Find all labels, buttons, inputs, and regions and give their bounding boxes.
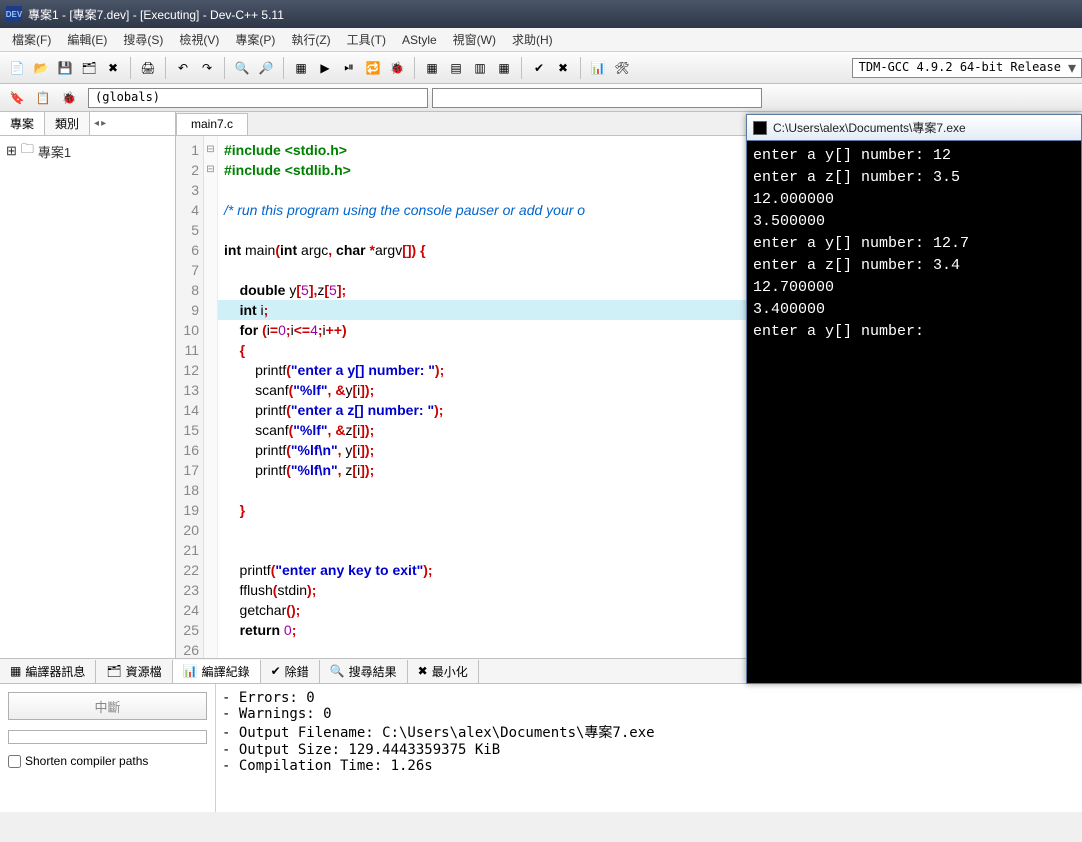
find-button[interactable]: 🔍 [231, 57, 253, 79]
tab-icon: ▦ [10, 664, 21, 678]
console-titlebar[interactable]: C:\Users\alex\Documents\專案7.exe [747, 115, 1081, 141]
console-output[interactable]: enter a y[] number: 12 enter a z[] numbe… [747, 141, 1081, 347]
toolbar-separator [283, 57, 284, 79]
menu-bar: 檔案(F)編輯(E)搜尋(S)檢視(V)專案(P)執行(Z)工具(T)AStyl… [0, 28, 1082, 52]
compiler-dropdown[interactable]: TDM-GCC 4.9.2 64-bit Release [852, 58, 1082, 78]
grid1-button[interactable]: ▦ [421, 57, 443, 79]
shorten-paths-checkbox[interactable]: Shorten compiler paths [8, 754, 207, 768]
undo-button[interactable]: ↶ [172, 57, 194, 79]
menu-item[interactable]: 求助(H) [504, 29, 561, 50]
console-icon [753, 121, 767, 135]
toolbar-separator [130, 57, 131, 79]
menu-item[interactable]: 專案(P) [227, 29, 283, 50]
tab-next-icon[interactable]: ▸ [101, 118, 106, 129]
tab-label: 編譯器訊息 [25, 663, 85, 680]
tab-icon: ✔ [271, 664, 281, 678]
redo-button[interactable]: ↷ [196, 57, 218, 79]
tree-root[interactable]: ⊞ 🗀 專案1 [6, 140, 169, 162]
bottom-left-controls: 中斷 Shorten compiler paths [0, 684, 216, 812]
line-number-gutter: 1234567891011121314151617181920212223242… [176, 136, 204, 658]
window-title: 專案1 - [專案7.dev] - [Executing] - Dev-C++ … [28, 6, 284, 23]
function-dropdown[interactable] [432, 88, 762, 108]
bottom-tab[interactable]: ✖ 最小化 [408, 660, 479, 683]
toolbar-separator [521, 57, 522, 79]
stop-button[interactable]: 中斷 [8, 692, 207, 720]
rebuild-button[interactable]: 🔁 [362, 57, 384, 79]
tab-icon: 📊 [183, 664, 198, 678]
tab-icon: 🗂 [106, 664, 121, 678]
menu-item[interactable]: 檢視(V) [171, 29, 227, 50]
bookmark-button[interactable]: 🔖 [6, 87, 28, 109]
project-tree[interactable]: ⊞ 🗀 專案1 [0, 136, 175, 658]
tab-icon: ✖ [418, 664, 428, 678]
main-toolbar: 📄 📂 💾 🗂 ✖ 🖨 ↶ ↷ 🔍 🔎 ▦ ▶ ⏯ 🔁 🐞 ▦ ▤ ▥ ▦ ✔ … [0, 52, 1082, 84]
tools-button[interactable]: 🛠 [611, 57, 633, 79]
cancel-x-button[interactable]: ✖ [552, 57, 574, 79]
tree-expand-icon[interactable]: ⊞ [6, 143, 17, 159]
profile-button[interactable]: 📊 [587, 57, 609, 79]
scope-dropdown[interactable]: (globals) [88, 88, 428, 108]
toolbar-separator [165, 57, 166, 79]
debug-button[interactable]: 🐞 [386, 57, 408, 79]
check-button[interactable]: ✔ [528, 57, 550, 79]
menu-item[interactable]: 視窗(W) [445, 29, 504, 50]
tab-icon: 🔍 [330, 664, 345, 678]
grid3-button[interactable]: ▥ [469, 57, 491, 79]
tab-label: 編譯紀錄 [202, 663, 250, 680]
project-panel: 專案 類別 ◂ ▸ ⊞ 🗀 專案1 [0, 112, 176, 658]
tab-nav: ◂ ▸ [90, 112, 110, 135]
tab-project[interactable]: 專案 [0, 112, 45, 135]
fold-column[interactable]: ⊟⊟ [204, 136, 218, 658]
window-titlebar: DEV 專案1 - [專案7.dev] - [Executing] - Dev-… [0, 0, 1082, 28]
tab-label: 除錯 [285, 663, 309, 680]
toolbar-separator [580, 57, 581, 79]
grid4-button[interactable]: ▦ [493, 57, 515, 79]
grid2-button[interactable]: ▤ [445, 57, 467, 79]
tab-label: 搜尋結果 [349, 663, 397, 680]
compile-output[interactable]: - Errors: 0 - Warnings: 0 - Output Filen… [216, 684, 1082, 812]
menu-item[interactable]: 編輯(E) [59, 29, 115, 50]
bottom-tab[interactable]: 🗂 資源檔 [96, 660, 172, 683]
print-button[interactable]: 🖨 [137, 57, 159, 79]
tab-label: 資源檔 [126, 663, 162, 680]
goto-button[interactable]: 📋 [32, 87, 54, 109]
menu-item[interactable]: 檔案(F) [4, 29, 59, 50]
console-title-text: C:\Users\alex\Documents\專案7.exe [773, 119, 966, 136]
replace-button[interactable]: 🔎 [255, 57, 277, 79]
tab-prev-icon[interactable]: ◂ [94, 118, 99, 129]
folder-icon: 🗀 [21, 140, 34, 162]
save-all-button[interactable]: 🗂 [78, 57, 100, 79]
console-window[interactable]: C:\Users\alex\Documents\專案7.exe enter a … [746, 114, 1082, 684]
menu-item[interactable]: 搜尋(S) [115, 29, 171, 50]
menu-item[interactable]: AStyle [394, 31, 445, 49]
bottom-panel: 中斷 Shorten compiler paths - Errors: 0 - … [0, 684, 1082, 812]
progress-bar [8, 730, 207, 744]
run-button[interactable]: ▶ [314, 57, 336, 79]
bottom-tab[interactable]: 🔍 搜尋結果 [320, 660, 408, 683]
bottom-tab[interactable]: 📊 編譯紀錄 [173, 660, 261, 683]
compile-run-button[interactable]: ⏯ [338, 57, 360, 79]
app-icon: DEV [6, 6, 22, 22]
menu-item[interactable]: 執行(Z) [283, 29, 338, 50]
toolbar-separator [414, 57, 415, 79]
save-button[interactable]: 💾 [54, 57, 76, 79]
secondary-toolbar: 🔖 📋 🐞 (globals) [0, 84, 1082, 112]
editor-tab-main7[interactable]: main7.c [176, 113, 248, 135]
bottom-tab[interactable]: ✔ 除錯 [261, 660, 320, 683]
toolbar-separator [224, 57, 225, 79]
compile-button[interactable]: ▦ [290, 57, 312, 79]
menu-item[interactable]: 工具(T) [339, 29, 394, 50]
shorten-paths-label: Shorten compiler paths [25, 754, 148, 768]
open-file-button[interactable]: 📂 [30, 57, 52, 79]
debug-toggle-button[interactable]: 🐞 [58, 87, 80, 109]
shorten-paths-input[interactable] [8, 755, 21, 768]
tree-root-label: 專案1 [38, 142, 71, 161]
tab-classes[interactable]: 類別 [45, 112, 90, 135]
new-file-button[interactable]: 📄 [6, 57, 28, 79]
left-panel-tabs: 專案 類別 ◂ ▸ [0, 112, 175, 136]
tab-label: 最小化 [432, 663, 468, 680]
close-button[interactable]: ✖ [102, 57, 124, 79]
bottom-tab[interactable]: ▦ 編譯器訊息 [0, 660, 96, 683]
